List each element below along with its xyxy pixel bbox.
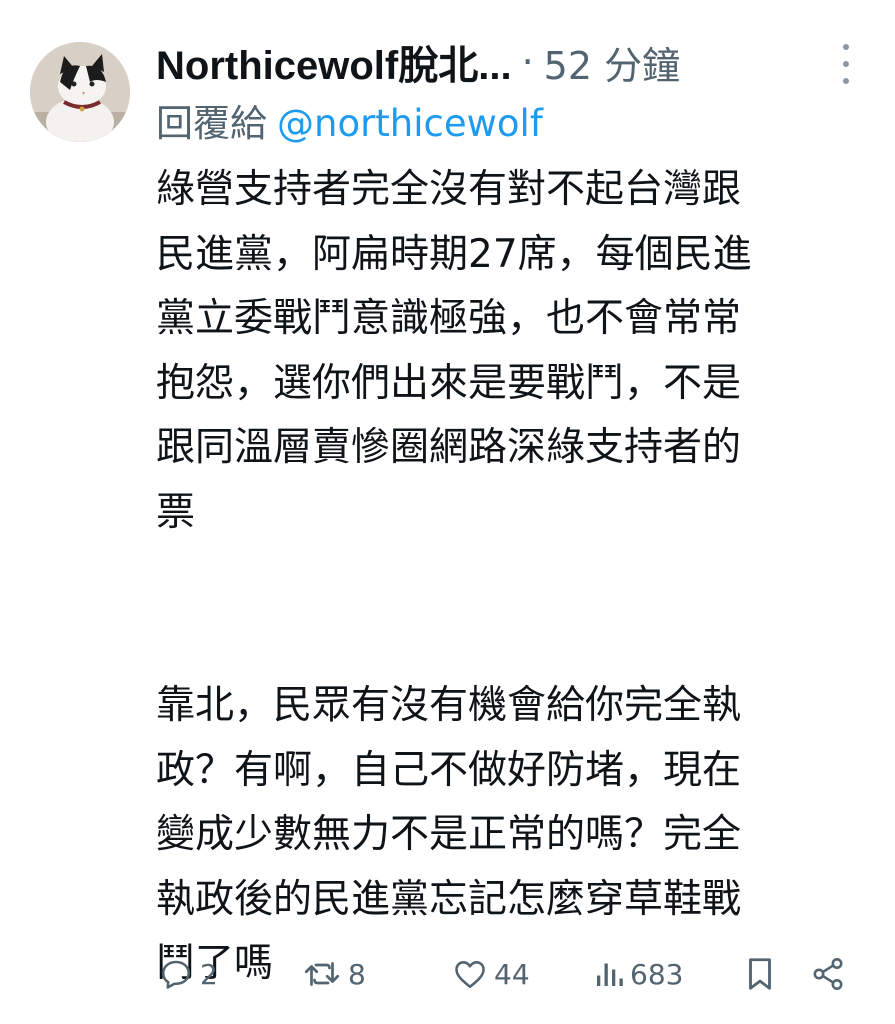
more-options-icon[interactable]	[836, 44, 856, 84]
tweet-text: 綠營支持者完全沒有對不起台灣跟 民進黨，阿扁時期27席，每個民進 黨立委戰鬥意識…	[156, 158, 846, 997]
repost-icon	[304, 962, 340, 986]
tweet-line: 黨立委戰鬥意識極強，也不會常常	[156, 296, 742, 341]
like-count: 44	[494, 957, 530, 991]
share-icon	[813, 958, 843, 990]
more-dot	[843, 78, 849, 84]
display-name[interactable]: Northicewolf脫北...	[156, 33, 512, 91]
views-button[interactable]: 683	[594, 948, 683, 1000]
tweet-line: 執政後的民進黨忘記怎麼穿草鞋戰	[156, 876, 742, 922]
tweet-line: 票	[156, 489, 196, 535]
more-dot	[843, 44, 849, 50]
bookmark-button[interactable]	[744, 948, 776, 1000]
reply-button[interactable]: 2	[158, 948, 218, 1000]
replying-to: 回覆給 @northicewolf	[156, 93, 543, 147]
replying-to-handle[interactable]: @northicewolf	[277, 102, 543, 145]
like-button[interactable]: 44	[452, 948, 530, 1000]
avatar[interactable]	[30, 42, 130, 142]
tweet-line: 靠北，民眾有沒有機會給你完全執	[156, 683, 742, 728]
tweet-line: 政？有啊，自己不做好防堵，現在	[156, 747, 742, 793]
views-count: 683	[630, 957, 684, 991]
header-separator: ·	[521, 40, 534, 84]
tweet-line: 抱怨，選你們出來是要戰鬥，不是	[156, 360, 742, 406]
tweet-timestamp[interactable]: 52 分鐘	[544, 35, 680, 90]
repost-count: 8	[348, 957, 366, 991]
heart-icon	[455, 961, 485, 989]
tweet-header: Northicewolf脫北... · 52 分鐘	[156, 32, 856, 92]
tweet-line: 綠營支持者完全沒有對不起台灣跟	[156, 167, 742, 212]
more-dot	[843, 61, 849, 67]
tweet-line: 變成少數無力不是正常的嗎？完全	[156, 812, 742, 857]
bookmark-icon	[749, 958, 771, 990]
repost-button[interactable]: 8	[302, 948, 366, 1000]
reply-count: 2	[200, 957, 218, 991]
tweet-paragraph: 綠營支持者完全沒有對不起台灣跟 民進黨，阿扁時期27席，每個民進 黨立委戰鬥意識…	[156, 158, 846, 545]
tweet-action-bar: 2 8 44 683	[156, 948, 856, 1000]
cat-avatar-image	[30, 42, 130, 142]
tweet-line: 民進黨，阿扁時期27席，每個民進	[156, 231, 752, 277]
share-button[interactable]	[810, 948, 846, 1000]
reply-icon	[161, 960, 191, 989]
replying-to-label: 回覆給	[156, 102, 267, 145]
views-icon	[597, 963, 623, 986]
tweet-line: 跟同溫層賣慘圈網路深綠支持者的	[156, 425, 742, 470]
